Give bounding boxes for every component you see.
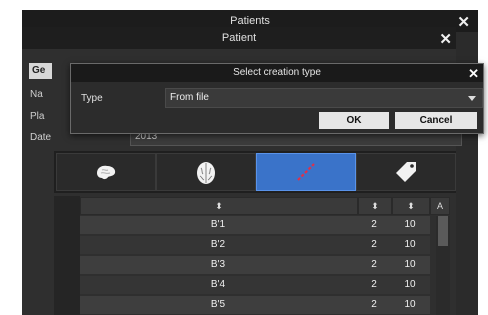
date-label: Date xyxy=(30,132,52,143)
close-icon[interactable]: ✕ xyxy=(457,12,470,34)
table-row[interactable]: B'4 2 10 xyxy=(80,276,430,294)
table-row[interactable]: B'3 2 10 xyxy=(80,256,430,274)
table-row[interactable]: B'2 2 10 xyxy=(80,236,430,254)
cell-name: B'1 xyxy=(210,219,226,230)
icon-toolbar xyxy=(54,151,456,193)
name-label: Na xyxy=(30,89,43,100)
brain-side-icon xyxy=(97,165,116,180)
cell-col3: 10 xyxy=(404,239,416,250)
cell-col3: 10 xyxy=(404,219,416,230)
ok-button[interactable]: OK xyxy=(319,112,389,129)
electrode-icon xyxy=(297,163,315,181)
dialog-titlebar: Select creation type ✕ xyxy=(71,64,483,82)
sort-header-col2[interactable]: ⬍ xyxy=(358,197,392,215)
brain-top-button[interactable] xyxy=(156,153,256,191)
cell-name: B'3 xyxy=(210,259,226,270)
chevron-down-icon xyxy=(468,96,476,101)
dialog-title: Select creation type xyxy=(233,67,321,78)
close-icon[interactable]: ✕ xyxy=(439,29,452,51)
cell-col3: 10 xyxy=(404,259,416,270)
tag-button[interactable] xyxy=(356,153,456,191)
cell-col2: 2 xyxy=(371,259,377,270)
header-a[interactable]: A xyxy=(430,197,450,215)
select-creation-type-dialog: Select creation type ✕ Type From file OK… xyxy=(70,63,484,134)
patient-window-titlebar: Patient ✕ xyxy=(22,27,456,49)
type-label: Type xyxy=(81,93,103,104)
close-icon[interactable]: ✕ xyxy=(468,65,479,83)
tab-general[interactable]: Ge xyxy=(29,63,52,79)
scrollbar[interactable] xyxy=(436,216,450,315)
table-gutter xyxy=(54,196,80,315)
contacts-table: ⬍ ⬍ ⬍ A B'1 2 10 B'2 2 10 B'3 2 10 B'4 2 10 B'5 2 10 xyxy=(54,196,456,315)
table-row[interactable]: B'5 2 10 xyxy=(80,296,430,314)
scrollbar-thumb[interactable] xyxy=(438,216,448,246)
sort-header-name[interactable]: ⬍ xyxy=(80,197,358,215)
cell-name: B'2 xyxy=(210,239,226,250)
cell-col3: 10 xyxy=(404,279,416,290)
cancel-button[interactable]: Cancel xyxy=(395,112,477,129)
cell-col2: 2 xyxy=(371,219,377,230)
cell-name: B'5 xyxy=(210,299,226,310)
cell-col2: 2 xyxy=(371,299,377,310)
type-select-value: From file xyxy=(170,92,209,103)
brain-side-button[interactable] xyxy=(56,153,156,191)
tag-icon xyxy=(396,162,416,182)
cell-col2: 2 xyxy=(371,239,377,250)
patient-window-title: Patient xyxy=(221,32,257,44)
brain-top-icon xyxy=(197,162,215,184)
electrode-button[interactable] xyxy=(256,153,356,191)
place-label: Pla xyxy=(30,111,45,122)
table-row[interactable]: B'1 2 10 xyxy=(80,216,430,234)
table-header: ⬍ ⬍ ⬍ A xyxy=(80,197,456,215)
patients-window-title: Patients xyxy=(230,15,270,27)
type-select[interactable]: From file xyxy=(165,88,483,108)
cell-col3: 10 xyxy=(404,299,416,310)
sort-header-col3[interactable]: ⬍ xyxy=(392,197,430,215)
cell-name: B'4 xyxy=(210,279,226,290)
cell-col2: 2 xyxy=(371,279,377,290)
